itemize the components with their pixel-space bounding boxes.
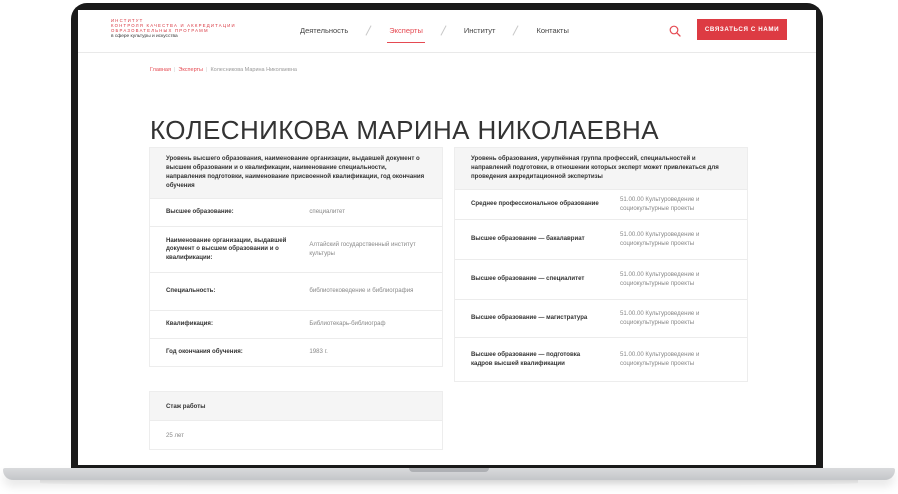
table-row: Квалификация: Библиотекарь-библиограф: [150, 310, 442, 338]
table-row: Среднее профессиональное образование 51.…: [455, 189, 747, 219]
browser-viewport: ИНСТИТУТ КОНТРОЛЯ КАЧЕСТВА И АККРЕДИТАЦИ…: [78, 10, 816, 465]
nav-item-institute[interactable]: Институт: [464, 26, 496, 35]
row-label: Наименование организации, выдавшей докум…: [166, 236, 287, 261]
page-title: КОЛЕСНИКОВА МАРИНА НИКОЛАЕВНА: [150, 115, 659, 146]
table-row: Высшее образование — бакалавриат 51.00.0…: [455, 219, 747, 259]
site-logo[interactable]: ИНСТИТУТ КОНТРОЛЯ КАЧЕСТВА И АККРЕДИТАЦИ…: [111, 18, 236, 40]
row-label: Специальность:: [166, 287, 216, 295]
laptop-shadow: [40, 480, 858, 486]
table-row: Высшее образование — подготовка кадров в…: [455, 337, 747, 381]
row-value: 51.00.00 Культуроведение и социокультурн…: [620, 231, 700, 247]
experience-table: Стаж работы 25 лет: [149, 391, 443, 450]
breadcrumb: Главная | Эксперты | Колесникова Марина Нико…: [150, 67, 297, 73]
nav-divider: [365, 24, 372, 36]
row-label: Высшее образование:: [166, 208, 234, 216]
row-value: 1983 г.: [309, 348, 328, 356]
row-value: 51.00.00 Культуроведение и социокультурн…: [620, 351, 700, 367]
table-row: Высшее образование — магистратура 51.00.…: [455, 299, 747, 337]
nav-item-contacts[interactable]: Контакты: [536, 26, 568, 35]
row-label: Высшее образование — специалитет: [471, 275, 585, 283]
row-value: 51.00.00 Культуроведение и социокультурн…: [620, 196, 700, 212]
laptop-notch: [409, 468, 489, 472]
row-value: 51.00.00 Культуроведение и социокультурн…: [620, 310, 700, 326]
nav-item-experts[interactable]: Эксперты: [387, 26, 425, 43]
row-value: Алтайский государственный институт культ…: [309, 241, 416, 257]
breadcrumb-home[interactable]: Главная: [150, 67, 171, 73]
table-row: Год окончания обучения: 1983 г.: [150, 338, 442, 366]
table-row: Высшее образование — специалитет 51.00.0…: [455, 259, 747, 299]
education-table: Уровень высшего образования, наименовани…: [149, 147, 443, 367]
accreditation-table: Уровень образования, укрупнённая группа …: [454, 147, 748, 382]
accreditation-table-heading: Уровень образования, укрупнённая группа …: [455, 148, 747, 189]
row-label: Высшее образование — бакалавриат: [471, 235, 585, 243]
nav-divider: [512, 24, 520, 36]
breadcrumb-separator: |: [173, 67, 176, 73]
table-row: Специальность: библиотековедение и библи…: [150, 272, 442, 310]
breadcrumb-experts[interactable]: Эксперты: [178, 67, 203, 73]
row-label: Среднее профессиональное образование: [471, 200, 599, 208]
breadcrumb-separator: |: [206, 67, 208, 73]
contact-us-button[interactable]: СВЯЗАТЬСЯ С НАМИ: [697, 19, 787, 40]
breadcrumb-current: Колесникова Марина Николаевна: [210, 67, 297, 73]
table-row: Наименование организации, выдавшей докум…: [150, 226, 442, 272]
main-nav: Деятельность Эксперты Институт Контакты: [300, 23, 569, 43]
row-label: Квалификация:: [166, 320, 213, 328]
search-icon[interactable]: [669, 25, 681, 37]
table-row: Высшее образование: специалитет: [150, 198, 442, 226]
site-header: ИНСТИТУТ КОНТРОЛЯ КАЧЕСТВА И АККРЕДИТАЦИ…: [78, 10, 816, 53]
row-label: Год окончания обучения:: [166, 348, 243, 356]
nav-divider: [440, 24, 447, 36]
logo-line-4: в сфере культуры и искусства: [111, 33, 178, 39]
experience-heading: Стаж работы: [150, 392, 442, 420]
experience-value: 25 лет: [150, 420, 442, 449]
row-label: Высшее образование — магистратура: [471, 314, 588, 322]
row-value: 51.00.00 Культуроведение и социокультурн…: [620, 271, 700, 287]
row-value: специалитет: [309, 208, 346, 216]
row-label: Высшее образование — подготовка кадров в…: [471, 351, 581, 367]
row-value: Библиотекарь-библиограф: [309, 320, 386, 328]
nav-item-activity[interactable]: Деятельность: [300, 26, 348, 35]
row-value: библиотековедение и библиография: [309, 287, 414, 295]
education-table-heading: Уровень высшего образования, наименовани…: [150, 148, 442, 198]
